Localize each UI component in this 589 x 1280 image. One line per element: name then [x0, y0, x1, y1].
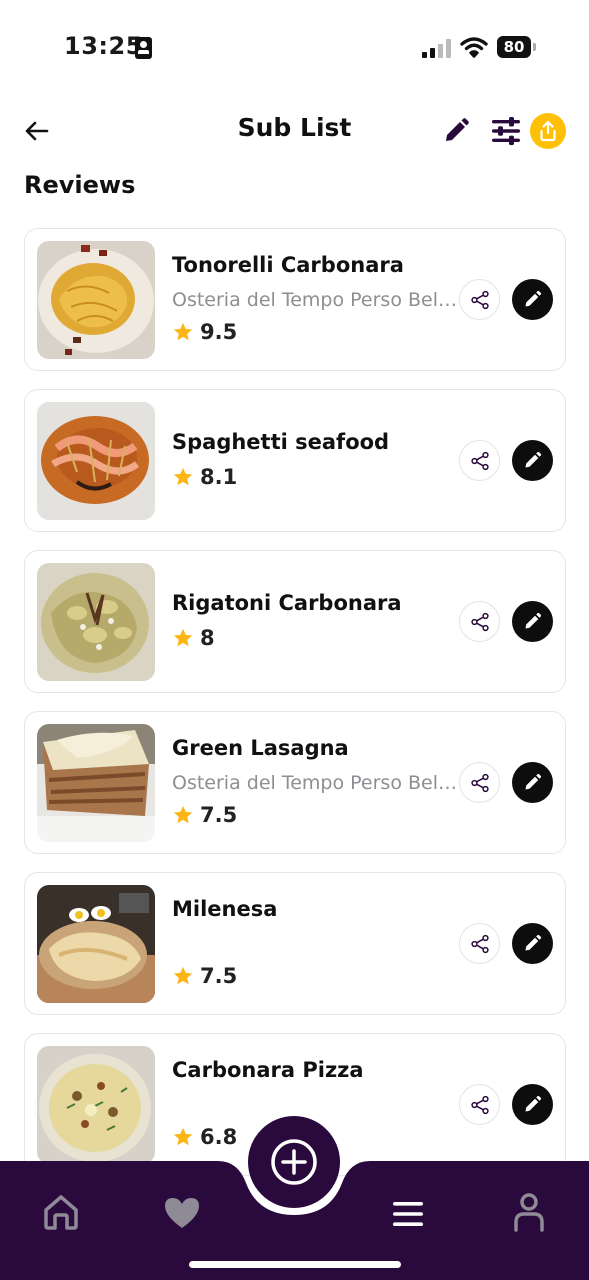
rating-value: 8.1 [200, 465, 238, 489]
star-icon [173, 467, 193, 486]
review-rating: 9.5 [172, 320, 237, 344]
review-card[interactable]: Tonorelli Carbonara Osteria del Tempo Pe… [24, 228, 566, 371]
heart-icon[interactable] [163, 1196, 201, 1230]
share-icon [471, 1095, 489, 1115]
pencil-icon [525, 612, 542, 629]
review-card[interactable]: Rigatoni Carbonara 8 [24, 550, 566, 693]
add-circle-icon [271, 1139, 317, 1185]
share-button[interactable] [459, 1084, 500, 1125]
star-icon [173, 966, 193, 985]
home-indicator [189, 1261, 401, 1268]
battery-icon: 80 [497, 36, 536, 58]
review-photo [37, 724, 155, 842]
review-place: Osteria del Tempo Perso Belsito [172, 772, 460, 794]
review-rating: 8.1 [172, 465, 237, 489]
review-card[interactable]: Green Lasagna Osteria del Tempo Perso Be… [24, 711, 566, 854]
share-upload-icon [540, 120, 556, 142]
review-name: Carbonara Pizza [172, 1058, 364, 1082]
pencil-icon [525, 1095, 542, 1112]
edit-button[interactable] [512, 1084, 553, 1125]
review-photo [37, 402, 155, 520]
review-place: Osteria del Tempo Perso Belsito [172, 289, 460, 311]
add-review-button[interactable] [248, 1116, 340, 1208]
share-button[interactable] [459, 601, 500, 642]
review-rating: 7.5 [172, 964, 237, 988]
share-icon [471, 612, 489, 632]
star-icon [173, 628, 193, 647]
star-icon [173, 805, 193, 824]
share-icon [471, 934, 489, 954]
list-icon[interactable] [391, 1199, 425, 1229]
pencil-icon [525, 773, 542, 790]
battery-level: 80 [503, 38, 525, 56]
star-icon [173, 1127, 193, 1146]
review-photo [37, 885, 155, 1003]
wifi-icon [460, 37, 488, 58]
status-time: 13:25 [64, 32, 143, 60]
home-icon[interactable] [42, 1193, 80, 1231]
review-photo [37, 241, 155, 359]
sliders-icon[interactable] [490, 116, 522, 146]
edit-button[interactable] [512, 923, 553, 964]
pencil-icon [525, 451, 542, 468]
share-button[interactable] [459, 923, 500, 964]
signal-icon [422, 38, 452, 58]
rating-value: 6.8 [200, 1125, 238, 1149]
review-name: Green Lasagna [172, 736, 349, 760]
review-photo [37, 563, 155, 681]
share-list-button[interactable] [530, 113, 566, 149]
review-name: Rigatoni Carbonara [172, 591, 402, 615]
id-card-icon [135, 37, 152, 59]
review-rating: 6.8 [172, 1125, 237, 1149]
star-icon [173, 322, 193, 341]
pencil-icon[interactable] [442, 117, 470, 145]
share-icon [471, 290, 489, 310]
pencil-icon [525, 934, 542, 951]
review-card[interactable]: Spaghetti seafood 8.1 [24, 389, 566, 532]
edit-button[interactable] [512, 601, 553, 642]
share-button[interactable] [459, 440, 500, 481]
pencil-icon [525, 290, 542, 307]
rating-value: 7.5 [200, 803, 238, 827]
share-icon [471, 773, 489, 793]
review-name: Milenesa [172, 897, 278, 921]
review-rating: 7.5 [172, 803, 237, 827]
review-name: Spaghetti seafood [172, 430, 390, 454]
status-bar: 13:25 80 [0, 0, 589, 90]
rating-value: 8 [200, 626, 215, 650]
review-card[interactable]: Milenesa 7.5 [24, 872, 566, 1015]
share-icon [471, 451, 489, 471]
profile-icon[interactable] [512, 1192, 546, 1232]
review-rating: 8 [172, 626, 215, 650]
rating-value: 7.5 [200, 964, 238, 988]
section-title: Reviews [24, 171, 136, 199]
edit-button[interactable] [512, 762, 553, 803]
edit-button[interactable] [512, 279, 553, 320]
rating-value: 9.5 [200, 320, 238, 344]
edit-button[interactable] [512, 440, 553, 481]
review-name: Tonorelli Carbonara [172, 253, 404, 277]
share-button[interactable] [459, 762, 500, 803]
share-button[interactable] [459, 279, 500, 320]
review-photo [37, 1046, 155, 1164]
